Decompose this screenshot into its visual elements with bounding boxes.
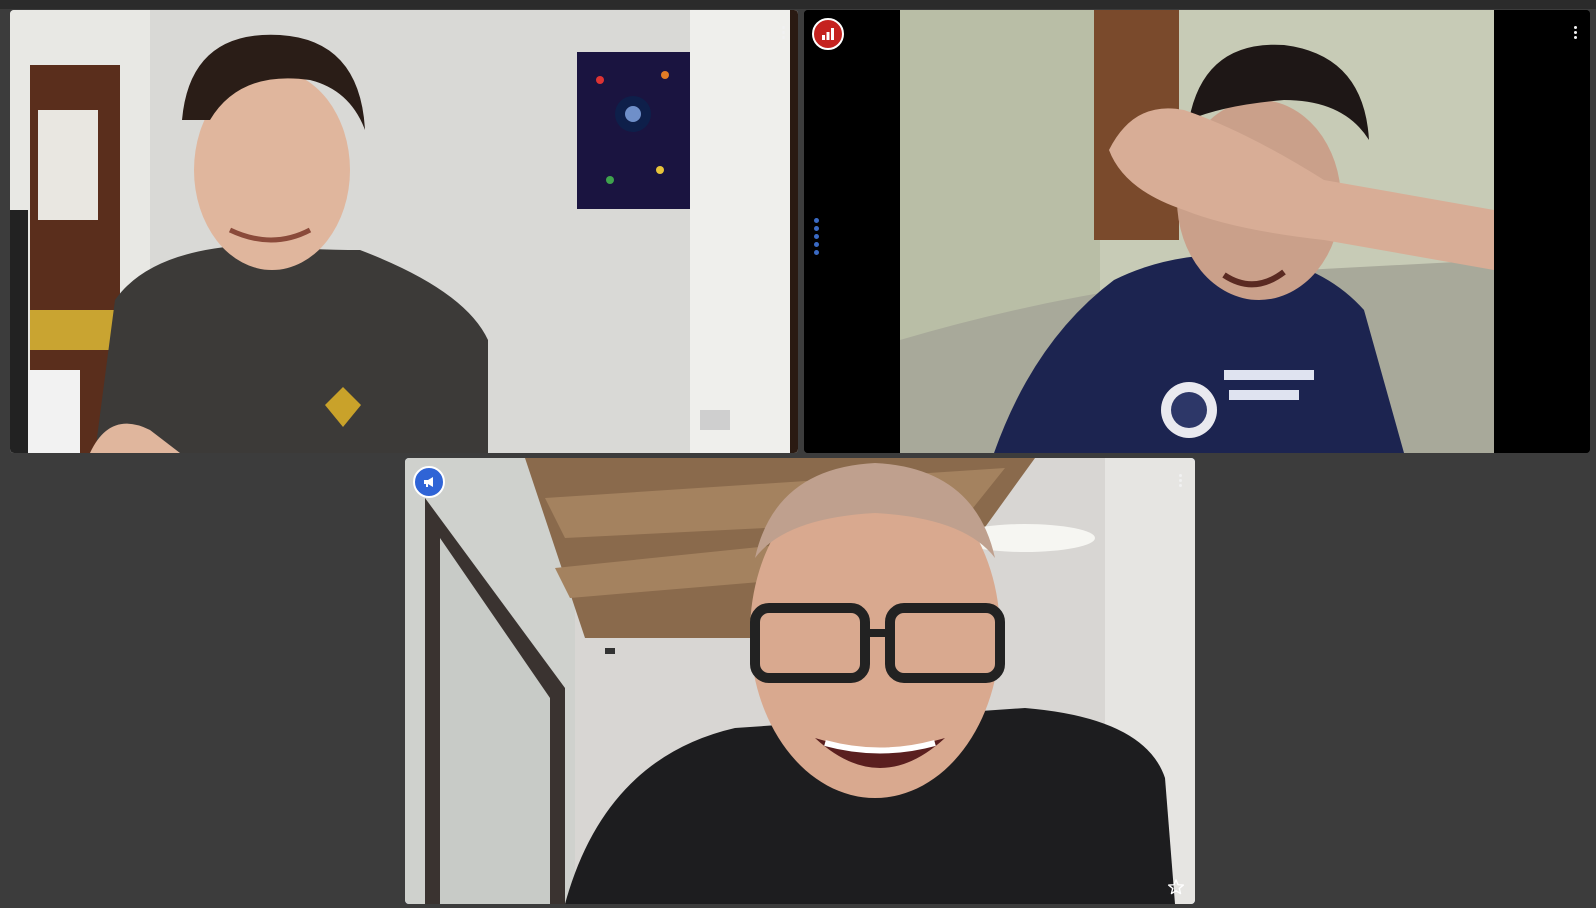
menu-dot: [781, 30, 785, 34]
top-bar: [0, 0, 1596, 9]
participant-tile-3[interactable]: [405, 458, 1195, 904]
menu-dot: [781, 35, 785, 39]
participant-video-feed: [10, 10, 798, 453]
participant-tile-1[interactable]: [10, 10, 798, 453]
audio-level-icon: [822, 28, 834, 40]
pin-star-button[interactable]: [1167, 878, 1187, 898]
menu-dot: [1178, 478, 1182, 482]
menu-dot: [1178, 483, 1182, 487]
menu-dot: [1178, 473, 1182, 477]
participant-tile-2[interactable]: [804, 10, 1590, 453]
tile-menu-button[interactable]: [1568, 22, 1582, 42]
audio-activity-indicator: [814, 218, 819, 255]
video-call-stage: [0, 0, 1596, 908]
participant-video-feed: [405, 458, 1195, 904]
participant-video-feed: [804, 10, 1590, 453]
audio-level-badge: [812, 18, 844, 50]
megaphone-icon: [424, 477, 433, 487]
menu-dot: [1573, 25, 1577, 29]
menu-dot: [1573, 35, 1577, 39]
menu-dot: [781, 25, 785, 29]
tile-menu-button[interactable]: [1173, 470, 1187, 490]
tile-menu-button[interactable]: [776, 22, 790, 42]
star-outline-icon: [1167, 879, 1185, 895]
menu-dot: [1573, 30, 1577, 34]
presenter-badge: [413, 466, 445, 498]
